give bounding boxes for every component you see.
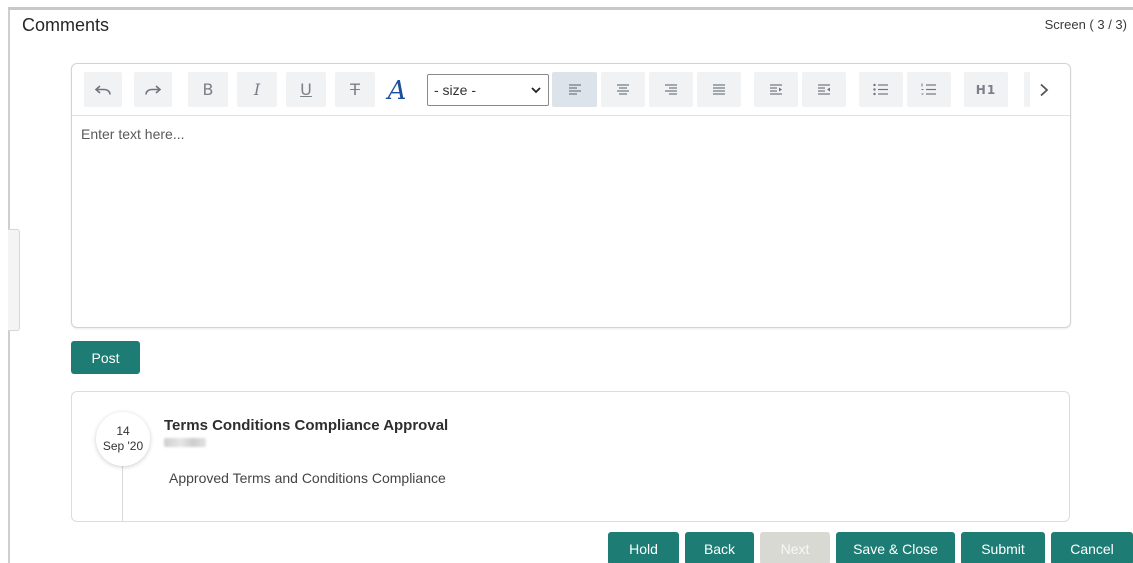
align-left-button[interactable]	[552, 72, 597, 107]
align-justify-icon	[713, 83, 725, 95]
numbered-list-button[interactable]	[907, 72, 951, 107]
save-and-close-button[interactable]: Save & Close	[836, 532, 955, 563]
submit-button[interactable]: Submit	[961, 532, 1045, 563]
undo-button[interactable]	[84, 72, 122, 107]
strikethrough-icon: T	[350, 80, 360, 99]
next-button[interactable]: Next	[760, 532, 830, 563]
editor-placeholder: Enter text here...	[81, 126, 185, 142]
align-center-icon	[617, 83, 629, 95]
bold-button[interactable]: B	[188, 72, 228, 107]
more-tools-partial-button[interactable]	[1024, 72, 1030, 107]
outdent-icon	[818, 83, 830, 95]
chevron-right-icon	[1040, 83, 1049, 97]
comment-title: Terms Conditions Compliance Approval	[164, 417, 449, 434]
font-size-value: - size -	[434, 82, 476, 98]
align-justify-button[interactable]	[697, 72, 741, 107]
editor-text-area[interactable]: Enter text here...	[72, 116, 1070, 152]
italic-button[interactable]: I	[237, 72, 277, 107]
numbered-list-icon	[921, 83, 936, 95]
comment-text: Approved Terms and Conditions Compliance	[169, 470, 446, 486]
back-button[interactable]: Back	[685, 532, 754, 563]
top-divider	[8, 7, 1133, 10]
rich-text-editor: B I U T A - size - H1 Enter text here...	[71, 63, 1071, 328]
align-center-button[interactable]	[601, 72, 645, 107]
align-right-icon	[665, 83, 677, 95]
page-title: Comments	[22, 15, 110, 35]
strikethrough-button[interactable]: T	[335, 72, 375, 107]
outdent-button[interactable]	[802, 72, 846, 107]
indent-button[interactable]	[754, 72, 798, 107]
underline-icon: U	[300, 80, 312, 99]
editor-toolbar: B I U T A - size - H1	[72, 64, 1070, 116]
indent-icon	[770, 83, 782, 95]
undo-icon	[94, 84, 111, 95]
heading-button[interactable]: H1	[964, 72, 1008, 107]
comment-date-day: 14	[116, 424, 130, 438]
bold-icon: B	[202, 80, 214, 99]
bullet-list-icon	[873, 83, 888, 96]
bullet-list-button[interactable]	[859, 72, 903, 107]
font-color-icon: A	[387, 76, 407, 106]
side-panel-handle[interactable]	[8, 229, 20, 331]
chevron-down-icon	[531, 87, 541, 94]
comment-date-month: Sep '20	[102, 439, 144, 453]
underline-button[interactable]: U	[286, 72, 326, 107]
cancel-button[interactable]: Cancel	[1051, 532, 1133, 563]
align-left-icon	[568, 83, 581, 95]
footer-actions: Hold Back Next Save & Close Submit Cance…	[608, 532, 1133, 563]
toolbar-scroll-right-button[interactable]	[1034, 78, 1054, 102]
font-size-select[interactable]: - size -	[427, 74, 549, 106]
heading-icon: H1	[975, 82, 997, 97]
hold-button[interactable]: Hold	[608, 532, 679, 563]
redo-button[interactable]	[134, 72, 172, 107]
post-button[interactable]: Post	[71, 341, 140, 374]
font-color-button[interactable]: A	[382, 75, 412, 107]
screen-indicator: Screen ( 3 / 3)	[1044, 17, 1127, 32]
comment-date-badge: 14 Sep '20	[96, 412, 150, 466]
align-right-button[interactable]	[649, 72, 693, 107]
comment-author-redacted	[164, 438, 206, 447]
comment-card: 14 Sep '20 Terms Conditions Compliance A…	[71, 391, 1070, 522]
italic-icon: I	[253, 80, 261, 99]
redo-icon	[145, 84, 162, 95]
